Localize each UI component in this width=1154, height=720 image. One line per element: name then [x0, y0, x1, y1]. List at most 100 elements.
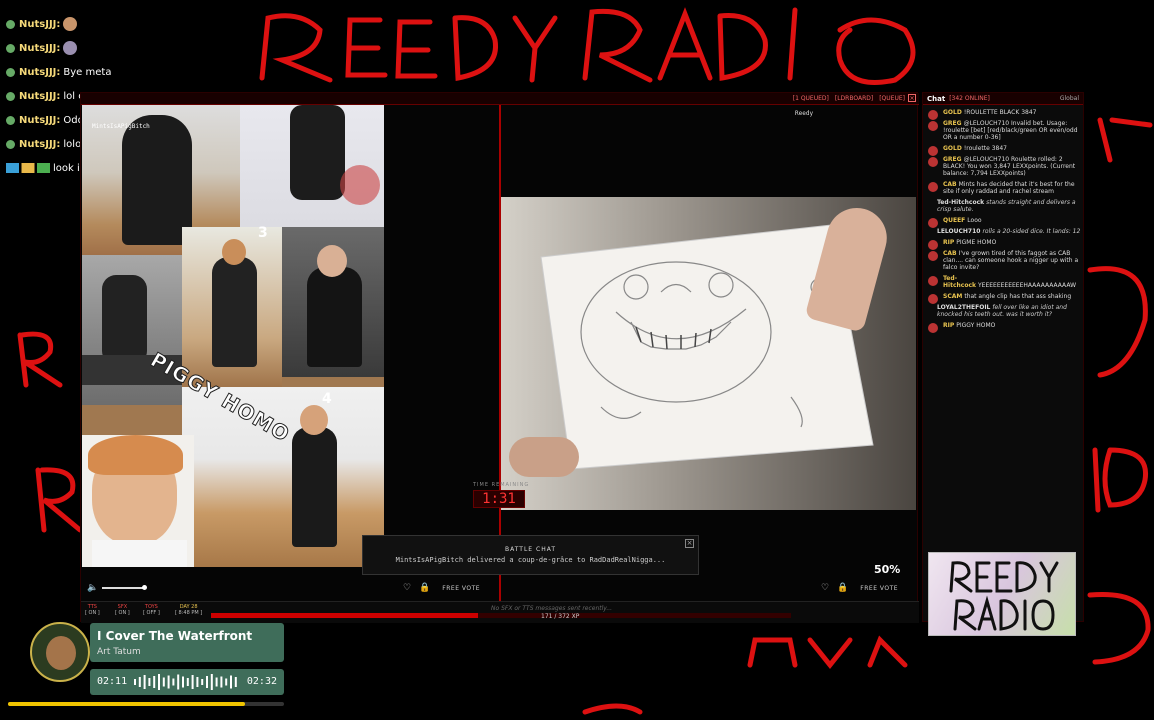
camera-feed-5 — [82, 255, 182, 405]
user-rank-badge: GOLD — [943, 145, 962, 152]
user-badge-icon — [6, 91, 15, 101]
chat-message: Bye meta — [63, 66, 112, 78]
volume-knob[interactable] — [142, 585, 148, 590]
main-webcam-feed — [501, 197, 916, 510]
xp-progress-bar — [211, 613, 791, 618]
chat-username[interactable]: LOYAL2THEFOIL — [937, 304, 990, 311]
chat-header: Chat [342 ONLINE] Global — [923, 93, 1083, 105]
chat-message-item: LELOUCH710 rolls a 20-sided dice. It land… — [923, 226, 1085, 237]
chat-message-item: SCAM that angle clip has that ass shaking — [923, 291, 1085, 304]
song-progress-fill — [8, 702, 246, 706]
feed-number-4: 4 — [322, 391, 332, 407]
chat-scope-select[interactable]: Global — [1060, 95, 1079, 102]
chat-message-text: YEEEEEEEEEEEHAAAAAAAAAAW — [978, 282, 1077, 289]
camera-feed-4 — [282, 227, 384, 377]
chat-message-text: rolls a 20-sided dice. It lands: 12 — [982, 228, 1081, 235]
free-vote-button[interactable]: FREE VOTE — [856, 584, 902, 593]
right-vote-controls: ♡ 🔒 FREE VOTE — [821, 581, 902, 595]
chat-username: NutsJJJ: — [19, 18, 61, 30]
chat-message-item: Ted-Hitchcock YEEEEEEEEEEEHAAAAAAAAAAW — [923, 273, 1085, 291]
chat-message-text: !roulette 3847 — [963, 145, 1007, 152]
song-progress-bar — [8, 702, 284, 706]
speaker-icon[interactable]: 🔈 — [87, 583, 98, 593]
user-avatar[interactable] — [928, 121, 938, 131]
chat-username: NutsJJJ: — [19, 42, 61, 54]
chat-message-item: GOLD !ROULETTE BLACK 3847 — [923, 107, 1085, 120]
tts-toggle[interactable]: TTS[ ON ] — [85, 604, 100, 616]
reedy-radio-logo — [928, 552, 1076, 636]
chat-message-item: GOLD !roulette 3847 — [923, 143, 1085, 156]
user-avatar[interactable] — [928, 157, 938, 167]
total-time: 02:32 — [246, 676, 277, 687]
battle-chat-title: BATTLE CHAT — [504, 546, 557, 553]
heart-icon[interactable]: ♡ — [821, 583, 829, 593]
user-rank-badge: RIP — [943, 322, 955, 329]
volume-slider[interactable] — [102, 585, 148, 590]
queued-count[interactable]: [1 QUEUED] — [793, 95, 829, 102]
top-bar-actions: [1 QUEUED] [LDRBOARD] [QUEUE] — [793, 95, 905, 102]
chat-message-item: QUEEF Looo — [923, 215, 1085, 228]
user-rank-badge: QUEEF — [943, 217, 966, 224]
leaderboard-link[interactable]: [LDRBOARD] — [835, 95, 873, 102]
stream-panel: [1 QUEUED] [LDRBOARD] [QUEUE] × 3 4 Mint… — [80, 92, 919, 623]
chat-username[interactable]: LELOUCH710 — [937, 228, 980, 235]
chat-message-text: that angle clip has that ass shaking — [964, 293, 1072, 300]
overlay-chat-line: NutsJJJ: — [6, 12, 266, 36]
stream-top-bar: [1 QUEUED] [LDRBOARD] [QUEUE] × — [81, 93, 919, 105]
chat-message-list: GOLD !ROULETTE BLACK 3847 GREG @LELOUCH710 … — [923, 107, 1085, 333]
user-rank-badge: RIP — [943, 239, 955, 246]
sfx-value: [ ON ] — [115, 610, 130, 616]
user-badge-icon — [6, 43, 15, 53]
heart-icon[interactable]: ♡ — [403, 583, 411, 593]
time-remaining-timer: 1:31 — [473, 490, 525, 508]
chat-message-text: Looo — [967, 217, 982, 224]
song-artist: Art Tatum — [97, 647, 141, 657]
chat-message-text: Mints has decided that it's best for the… — [943, 181, 1075, 195]
user-rank-badge: GREG — [943, 120, 962, 127]
user-avatar[interactable] — [928, 251, 938, 261]
elapsed-time: 02:11 — [97, 676, 128, 687]
camera-collage: 3 4 MintsIsAPigBitch PIGGY HOMO — [82, 105, 384, 567]
online-count: [342 ONLINE] — [949, 95, 990, 102]
chat-message-text: I've grown tired of this faggot as CAB c… — [943, 250, 1079, 271]
waveform-icon — [134, 674, 237, 690]
chat-message-item: CAB Mints has decided that it's best for … — [923, 179, 1085, 197]
close-icon[interactable]: × — [685, 539, 694, 548]
camera-feed-3 — [182, 227, 282, 387]
user-avatar[interactable] — [928, 323, 938, 333]
lock-icon[interactable]: 🔒 — [419, 583, 430, 593]
chat-username: NutsJJJ: — [19, 114, 61, 126]
tts-value: [ ON ] — [85, 610, 100, 616]
sfx-toggle[interactable]: SFX[ ON ] — [115, 604, 130, 616]
lock-icon[interactable]: 🔒 — [837, 583, 848, 593]
overlay-chat-line: NutsJJJ: — [6, 36, 266, 60]
user-rank-badge: GOLD — [943, 109, 962, 116]
chat-username: NutsJJJ: — [19, 66, 61, 78]
toys-toggle[interactable]: TOYS[ OFF ] — [143, 604, 160, 616]
volume-control[interactable]: 🔈 — [87, 583, 148, 593]
song-title: I Cover The Waterfront — [97, 629, 253, 643]
user-badge-icon — [6, 139, 15, 149]
chat-username: NutsJJJ: — [19, 138, 61, 150]
free-vote-button[interactable]: FREE VOTE — [438, 584, 484, 593]
camera-feed-2 — [240, 105, 384, 227]
time-remaining-label: TIME REMAINING — [473, 482, 530, 488]
user-badge-icon — [6, 19, 15, 29]
chat-message-text: @LELOUCH710 Invalid bet. Usage: !roulett… — [943, 120, 1078, 141]
battle-chat-toast: BATTLE CHAT MintsIsAPigBitch delivered a… — [362, 535, 699, 575]
chat-message-item: Ted-Hitchcock stands straight and deliver… — [923, 197, 1085, 215]
user-avatar[interactable] — [928, 182, 938, 192]
chat-message-item: GREG @LELOUCH710 Invalid bet. Usage: !rou… — [923, 118, 1085, 143]
chat-message-item: GREG @LELOUCH710 Roulette rolled: 2 BLACK… — [923, 154, 1085, 179]
chat-message-text: @LELOUCH710 Roulette rolled: 2 BLACK! Yo… — [943, 156, 1076, 177]
chat-panel: Chat [342 ONLINE] Global GOLD !ROULETTE B… — [922, 92, 1084, 622]
battle-chat-message: MintsIsAPigBitch delivered a coup-de-grâ… — [395, 556, 666, 564]
close-icon[interactable]: × — [908, 94, 916, 102]
queue-link[interactable]: [QUEUE] — [879, 95, 905, 102]
chat-username[interactable]: Ted-Hitchcock — [937, 199, 984, 206]
user-rank-badge: GREG — [943, 156, 962, 163]
user-rank-badge: SCAM — [943, 293, 963, 300]
day-clock: DAY 28[ 8:48 PM ] — [175, 604, 202, 616]
xp-progress-fill — [211, 613, 478, 618]
user-avatar[interactable] — [928, 276, 938, 286]
